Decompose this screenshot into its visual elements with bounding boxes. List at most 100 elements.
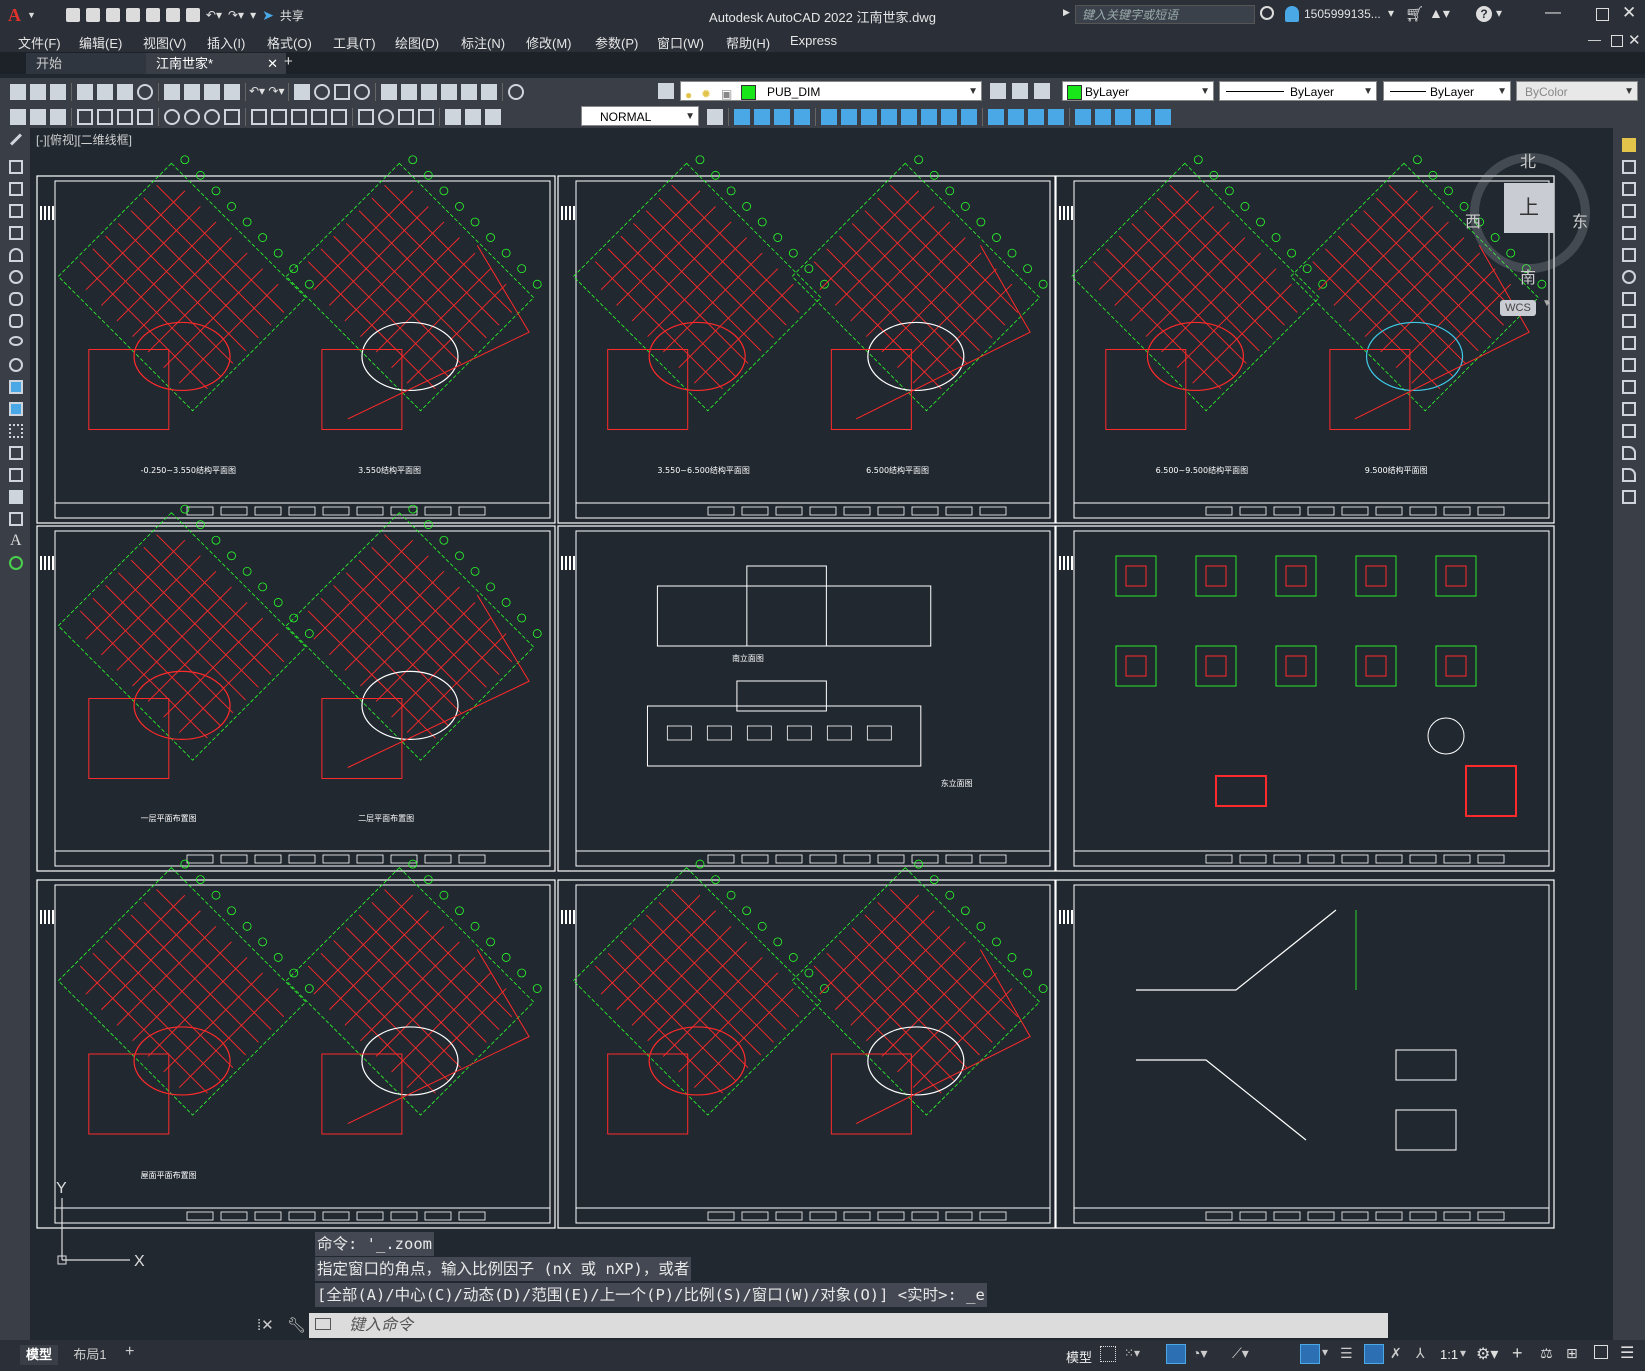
wcs-chevron-icon[interactable]: ▼: [1542, 298, 1552, 309]
tb-pan-icon[interactable]: [293, 84, 310, 100]
dim-break-icon[interactable]: [331, 109, 347, 125]
viewcube-face-top[interactable]: 上: [1504, 183, 1554, 233]
scale-chevron-icon[interactable]: ▾: [1460, 1346, 1466, 1360]
workspace-gear-icon[interactable]: ⚙▾: [1476, 1344, 1498, 1364]
rotate-icon[interactable]: [1622, 270, 1636, 284]
make-block-icon[interactable]: [9, 402, 23, 416]
command-close-icon[interactable]: ⁞✕: [257, 1316, 274, 1334]
viewcube-south[interactable]: 南: [1520, 264, 1536, 288]
menu-help[interactable]: 帮助(H): [726, 33, 770, 52]
view-icon-3[interactable]: [774, 109, 790, 125]
add-selected-icon[interactable]: [9, 556, 23, 570]
tb-sheetset-icon[interactable]: [440, 84, 457, 100]
dim-edit-icon[interactable]: [445, 109, 461, 125]
dim-quick-icon[interactable]: [251, 109, 267, 125]
search-input[interactable]: 键入关键字或短语: [1075, 5, 1255, 24]
inspection-icon[interactable]: [398, 109, 414, 125]
annotation-scale-icon[interactable]: ⅄: [1416, 1345, 1425, 1362]
dim-ordinate-icon[interactable]: [137, 109, 153, 125]
array-icon[interactable]: [1622, 226, 1636, 240]
tb-help-icon[interactable]: [507, 84, 524, 100]
view-icon-10[interactable]: [921, 109, 937, 125]
isodraft-icon[interactable]: ⟋▾: [1232, 1345, 1249, 1362]
menu-insert[interactable]: 插入(I): [207, 33, 245, 52]
tb-open-icon[interactable]: [30, 84, 46, 100]
break-at-point-icon[interactable]: [1622, 380, 1636, 394]
tb-redo-icon[interactable]: ↷▾: [265, 84, 284, 98]
search-expand-icon[interactable]: ▶: [1063, 7, 1070, 18]
visual-icon-9[interactable]: [1155, 109, 1171, 125]
osnap-icon[interactable]: [1300, 1344, 1320, 1364]
rectangle-icon[interactable]: [9, 226, 23, 240]
offset-icon[interactable]: [1622, 204, 1636, 218]
lineweight-chevron-down-icon[interactable]: ▼: [1497, 82, 1507, 102]
break-icon[interactable]: [1622, 402, 1636, 416]
annotation-monitor-icon[interactable]: +: [1512, 1343, 1523, 1364]
jogged-linear-icon[interactable]: [418, 109, 434, 125]
arc-icon[interactable]: [9, 248, 23, 262]
layer-state-icon[interactable]: [1034, 83, 1050, 99]
point-icon[interactable]: [9, 424, 23, 438]
tab-layout1[interactable]: 布局1: [70, 1345, 110, 1365]
tb-matchprop-icon[interactable]: [224, 84, 240, 100]
dim-arc-icon[interactable]: [117, 109, 133, 125]
lineweight-dropdown[interactable]: ByLayer ▼: [1383, 81, 1511, 101]
multiline-text-icon[interactable]: A: [10, 532, 22, 550]
recent-commands-icon[interactable]: [315, 1318, 331, 1330]
layer-on-icon[interactable]: ●: [685, 85, 692, 105]
tolerance-icon[interactable]: [358, 109, 374, 125]
layer-chevron-down-icon[interactable]: ▼: [968, 82, 978, 102]
ortho-icon[interactable]: [1166, 1344, 1186, 1364]
visual-icon-5[interactable]: [1075, 109, 1091, 125]
explode-icon[interactable]: [1622, 490, 1636, 504]
visual-icon-6[interactable]: [1095, 109, 1111, 125]
region-icon[interactable]: [9, 490, 23, 504]
view-icon-1[interactable]: [734, 109, 750, 125]
doc-close-button[interactable]: ✕: [1628, 31, 1641, 49]
view-icon-2[interactable]: [754, 109, 770, 125]
layer-properties-icon[interactable]: [658, 83, 674, 99]
join-icon[interactable]: [1622, 424, 1636, 438]
user-account[interactable]: 1505999135...: [1304, 7, 1381, 21]
visual-icon-2[interactable]: [1008, 109, 1024, 125]
new-tab-button[interactable]: +: [284, 53, 293, 70]
dim-linear-icon[interactable]: [77, 109, 93, 125]
menu-parametric[interactable]: 参数(P): [595, 33, 638, 52]
menu-express[interactable]: Express: [790, 33, 837, 48]
annotation-visibility-icon[interactable]: [1364, 1344, 1384, 1364]
maximize-button[interactable]: [1596, 8, 1609, 21]
tb-undo-icon[interactable]: ↶▾: [249, 84, 265, 98]
hatch-icon[interactable]: [9, 446, 23, 460]
tb-zoom-realtime-icon[interactable]: [313, 84, 330, 100]
polar-icon[interactable]: ◔▾: [1192, 1345, 1207, 1362]
dim-continue-icon[interactable]: [291, 109, 307, 125]
visual-icon-8[interactable]: [1135, 109, 1151, 125]
tb-preview-icon[interactable]: [97, 84, 113, 100]
move-icon[interactable]: [1622, 248, 1636, 262]
menu-tools[interactable]: 工具(T): [333, 33, 376, 52]
dim-baseline-icon[interactable]: [271, 109, 287, 125]
viewcube-east[interactable]: 东: [1572, 208, 1588, 232]
dim-jogged-icon[interactable]: [184, 109, 200, 125]
lineweight-display-icon[interactable]: ☰: [1340, 1345, 1353, 1362]
dim-aligned-icon[interactable]: [97, 109, 113, 125]
customization-menu-icon[interactable]: ☰: [1620, 1343, 1634, 1363]
add-layout-button[interactable]: +: [125, 1343, 134, 1361]
tb-calculator-icon[interactable]: [480, 84, 497, 100]
dim-diameter-icon[interactable]: [204, 109, 220, 125]
tb-toolpalettes-icon[interactable]: [420, 84, 437, 100]
visual-icon-4[interactable]: [1048, 109, 1064, 125]
annotation-scale[interactable]: 1:1: [1440, 1347, 1458, 1362]
mirror-icon[interactable]: [1622, 182, 1636, 196]
extend-icon[interactable]: [1622, 358, 1636, 372]
layer-lock-icon[interactable]: ▣: [721, 84, 732, 104]
wcs-menu[interactable]: WCS: [1500, 300, 1536, 316]
copy-icon[interactable]: [1622, 160, 1636, 174]
chamfer-icon[interactable]: [1622, 446, 1636, 460]
dim-space-icon[interactable]: [311, 109, 327, 125]
minimize-button[interactable]: —: [1545, 4, 1561, 22]
units-icon[interactable]: ⚖: [1540, 1345, 1553, 1362]
construction-line-icon[interactable]: [9, 160, 23, 174]
revision-cloud-icon[interactable]: [9, 292, 23, 306]
osnap-chevron-icon[interactable]: ▾: [1322, 1345, 1328, 1359]
